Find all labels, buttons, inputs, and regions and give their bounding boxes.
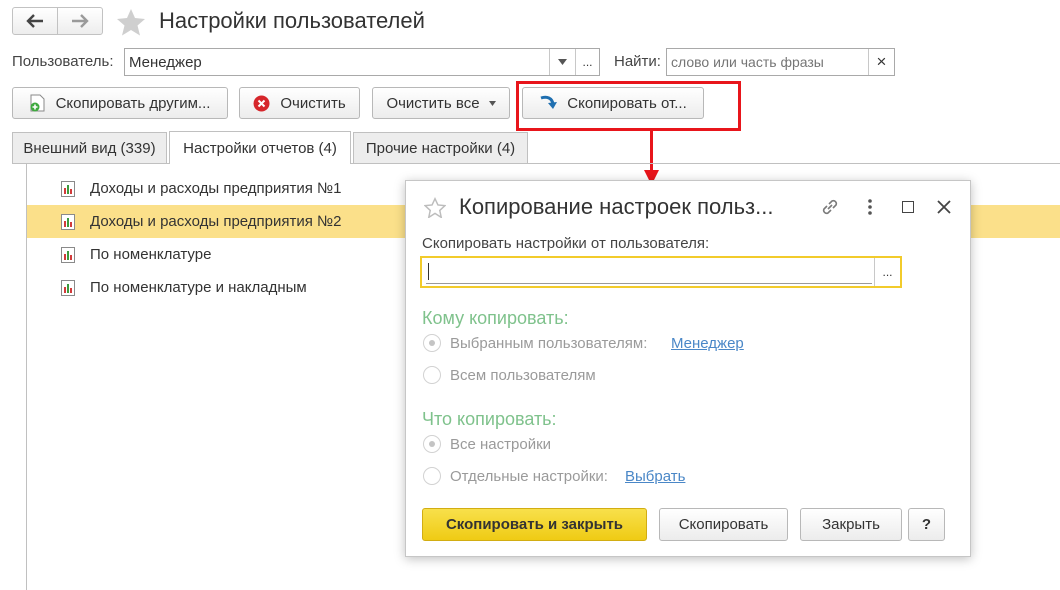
forward-button[interactable] bbox=[58, 8, 103, 34]
chevron-down-icon bbox=[488, 100, 496, 106]
close-button[interactable]: Закрыть bbox=[800, 508, 902, 541]
radio-all-users[interactable] bbox=[423, 366, 441, 384]
report-icon bbox=[61, 279, 75, 296]
from-user-input[interactable] bbox=[426, 260, 872, 284]
report-icon bbox=[61, 213, 75, 230]
list-item-label: По номенклатуре и накладным bbox=[90, 279, 307, 296]
copy-to-others-label: Скопировать другим... bbox=[55, 94, 211, 112]
help-button[interactable]: ? bbox=[908, 508, 945, 541]
clear-search-button[interactable]: × bbox=[868, 49, 894, 75]
clear-all-label: Очистить все bbox=[386, 94, 480, 112]
search-input[interactable] bbox=[667, 49, 867, 75]
find-label: Найти: bbox=[614, 53, 661, 70]
maximize-icon[interactable] bbox=[902, 201, 914, 213]
selected-users-label: Выбранным пользователям: bbox=[450, 335, 648, 352]
text-cursor bbox=[428, 263, 429, 280]
page-title: Настройки пользователей bbox=[159, 8, 425, 33]
radio-all-settings[interactable] bbox=[423, 435, 441, 453]
more-icon[interactable] bbox=[867, 198, 873, 216]
choose-settings-link[interactable]: Выбрать bbox=[625, 468, 685, 485]
user-field[interactable]: Менеджер ... bbox=[124, 48, 600, 76]
clear-button[interactable]: Очистить bbox=[239, 87, 360, 119]
star-icon[interactable] bbox=[116, 8, 146, 36]
tab-appearance[interactable]: Внешний вид (339) bbox=[12, 132, 167, 163]
from-user-label: Скопировать настройки от пользователя: bbox=[422, 235, 710, 252]
copy-button[interactable]: Скопировать bbox=[659, 508, 788, 541]
to-whom-heading: Кому копировать: bbox=[422, 308, 569, 328]
tab-other-settings[interactable]: Прочие настройки (4) bbox=[353, 132, 528, 163]
what-heading: Что копировать: bbox=[422, 409, 557, 429]
user-dropdown-button[interactable] bbox=[549, 49, 575, 75]
some-settings-label: Отдельные настройки: bbox=[450, 468, 608, 485]
close-icon[interactable] bbox=[937, 200, 951, 214]
report-icon bbox=[61, 180, 75, 197]
from-user-select-button[interactable]: ... bbox=[874, 258, 900, 286]
tab-report-settings[interactable]: Настройки отчетов (4) bbox=[169, 131, 351, 164]
list-item-label: Доходы и расходы предприятия №1 bbox=[90, 180, 342, 197]
report-icon bbox=[61, 246, 75, 263]
copy-and-close-button[interactable]: Скопировать и закрыть bbox=[422, 508, 647, 541]
arrow-right-icon bbox=[71, 14, 89, 28]
all-users-label: Всем пользователям bbox=[450, 367, 596, 384]
clear-all-button[interactable]: Очистить все bbox=[372, 87, 510, 119]
annotation-highlight-box bbox=[516, 81, 741, 131]
star-icon[interactable] bbox=[424, 197, 446, 218]
link-icon[interactable] bbox=[819, 196, 841, 218]
list-item-label: Доходы и расходы предприятия №2 bbox=[90, 213, 342, 230]
selected-users-link[interactable]: Менеджер bbox=[671, 335, 744, 352]
from-user-field[interactable]: ... bbox=[420, 256, 902, 288]
user-value: Менеджер bbox=[129, 54, 202, 71]
list-item-label: По номенклатуре bbox=[90, 246, 212, 263]
chevron-down-icon bbox=[558, 59, 567, 65]
copy-to-others-button[interactable]: Скопировать другим... bbox=[12, 87, 228, 119]
radio-some-settings[interactable] bbox=[423, 467, 441, 485]
arrow-left-icon bbox=[26, 14, 43, 28]
delete-icon bbox=[253, 95, 270, 111]
clear-label: Очистить bbox=[280, 94, 346, 112]
search-field[interactable]: × bbox=[666, 48, 895, 76]
close-icon: × bbox=[876, 52, 887, 71]
copy-settings-dialog: Копирование настроек польз... Скопироват… bbox=[405, 180, 971, 557]
dialog-title: Копирование настроек польз... bbox=[459, 194, 774, 219]
user-label: Пользователь: bbox=[12, 53, 114, 70]
all-settings-label: Все настройки bbox=[450, 436, 552, 453]
back-button[interactable] bbox=[13, 8, 58, 34]
user-select-button[interactable]: ... bbox=[575, 49, 599, 75]
add-document-icon bbox=[30, 94, 45, 112]
radio-selected-users[interactable] bbox=[423, 334, 441, 352]
nav-buttons bbox=[12, 7, 103, 35]
